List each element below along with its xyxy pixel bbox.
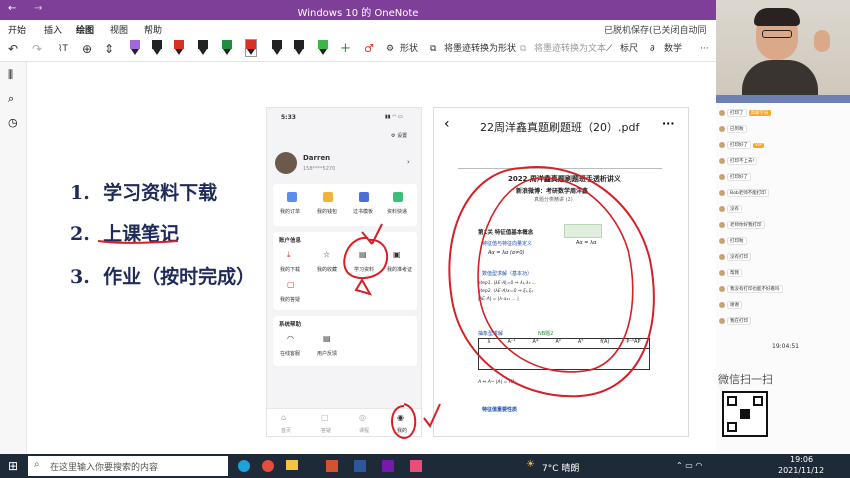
avatar	[719, 125, 725, 132]
clock-date[interactable]: 2021/11/12	[778, 466, 824, 475]
ink-pdf-big-oval	[448, 166, 655, 398]
chat-message: 打印啦	[719, 237, 747, 245]
ink-pdf-inner-oval	[477, 177, 634, 373]
powerpoint-icon[interactable]	[326, 460, 338, 472]
avatar	[719, 253, 725, 260]
search-icon: ⌕	[34, 459, 40, 470]
chat-message: 打印好了 VIP	[719, 141, 765, 149]
ink-triangle	[354, 278, 373, 296]
windows-taskbar: ⊞ ⌕ 在这里输入你要搜索的内容 ☀ 7°C 晴朗 ⌃ ▭ ◠ 19:06 20…	[0, 454, 850, 478]
weather-text[interactable]: 7°C 晴朗	[542, 461, 579, 474]
ink-circle-nav-mine	[391, 403, 417, 440]
chat-timestamp: 19:04:51	[772, 343, 799, 350]
webcam-feed	[716, 0, 850, 95]
avatar	[719, 269, 725, 276]
search-input[interactable]: 在这里输入你要搜索的内容	[50, 460, 158, 473]
avatar	[719, 189, 725, 196]
word-icon[interactable]	[354, 460, 366, 472]
file-explorer-icon[interactable]	[286, 460, 298, 470]
chat-message: 老师你好我打印	[719, 221, 765, 229]
avatar	[719, 205, 725, 212]
chat-message: 帮我	[719, 269, 742, 277]
chat-message: 我没有打印也能不好看吗	[719, 285, 783, 293]
ink-check-mark	[423, 403, 441, 428]
chat-message: 我在打印	[719, 317, 751, 325]
presenter-hair	[754, 8, 800, 26]
avatar	[719, 109, 725, 116]
chat-message: 已到啦	[719, 125, 747, 133]
chat-message: Bob老师不能打印	[719, 189, 769, 197]
start-icon[interactable]: ⊞	[8, 459, 18, 473]
chat-message: 打印了 高级学员	[719, 109, 771, 117]
chat-message: 没有打印	[719, 253, 751, 261]
avatar	[719, 141, 725, 148]
edge-icon[interactable]	[238, 460, 250, 472]
ink-underline-notes	[97, 240, 179, 244]
avatar	[719, 221, 725, 228]
scan-prompt: 微信扫一扫	[718, 373, 773, 386]
wechat-qr-code[interactable]	[722, 391, 768, 437]
avatar	[719, 157, 725, 164]
avatar	[719, 237, 725, 244]
ink-annotations	[97, 166, 655, 440]
weather-icon[interactable]: ☀	[526, 459, 535, 470]
chat-message: 打印不上去!	[719, 157, 758, 165]
chrome-icon[interactable]	[262, 460, 274, 472]
chat-header	[716, 95, 850, 103]
presenter-hand	[814, 30, 830, 52]
chat-message: 没有	[719, 205, 742, 213]
avatar	[719, 173, 725, 180]
ink-circle-study-material	[343, 236, 389, 279]
app-icon[interactable]	[410, 460, 422, 472]
avatar	[719, 301, 725, 308]
onenote-icon[interactable]	[382, 460, 394, 472]
avatar	[719, 285, 725, 292]
live-chat-panel: 打印了 高级学员 已到啦 打印好了 VIP 打印不上去! 打印好了 Bob老师不能打…	[716, 95, 850, 454]
clock-time[interactable]: 19:06	[790, 455, 813, 464]
chat-message: 打印好了	[719, 173, 751, 181]
taskbar-search[interactable]: ⌕ 在这里输入你要搜索的内容	[28, 456, 228, 476]
tray-icons[interactable]: ⌃ ▭ ◠	[676, 461, 702, 470]
chat-message: 谢谢	[719, 301, 742, 309]
presenter-glasses	[762, 30, 792, 38]
avatar	[719, 317, 725, 324]
